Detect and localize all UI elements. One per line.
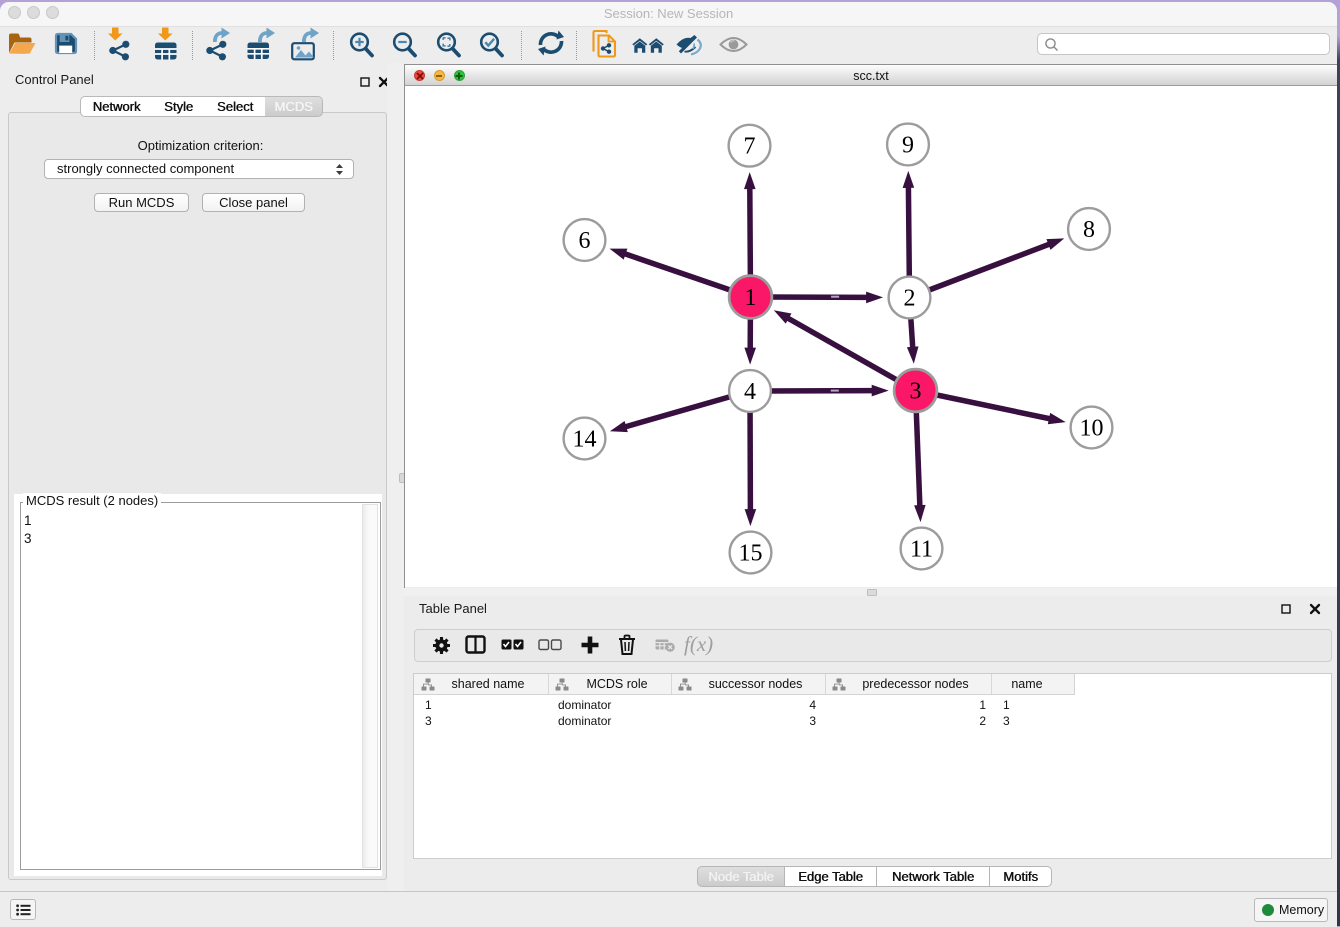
svg-text:3: 3 bbox=[910, 378, 922, 404]
svg-text:8: 8 bbox=[1083, 217, 1095, 243]
svg-text:4: 4 bbox=[744, 379, 756, 405]
svg-text:14: 14 bbox=[573, 426, 597, 452]
svg-text:6: 6 bbox=[579, 228, 591, 254]
svg-text:2: 2 bbox=[904, 285, 916, 311]
svg-text:11: 11 bbox=[910, 536, 933, 562]
svg-text:15: 15 bbox=[739, 540, 763, 566]
svg-text:1: 1 bbox=[745, 285, 757, 311]
svg-text:7: 7 bbox=[744, 134, 756, 160]
svg-text:9: 9 bbox=[902, 132, 914, 158]
svg-text:10: 10 bbox=[1080, 415, 1104, 441]
